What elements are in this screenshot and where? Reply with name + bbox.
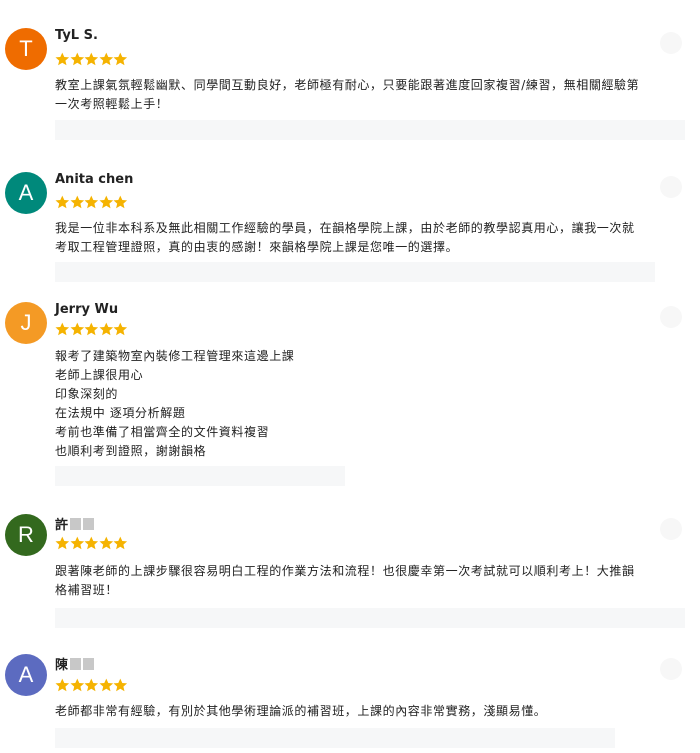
star-icon: [84, 536, 99, 551]
star-icon: [113, 52, 128, 67]
star-icon: [84, 678, 99, 693]
reviewer-name[interactable]: Anita chen: [55, 172, 133, 187]
avatar-initial: T: [19, 36, 33, 61]
star-icon: [113, 678, 128, 693]
review-text-line: 考取工程管理證照，真的由衷的感謝！來韻格學院上課是您唯一的選擇。: [55, 240, 459, 254]
star-icon: [70, 536, 85, 551]
star-icon: [99, 322, 114, 337]
reviewer-name[interactable]: 許: [55, 514, 95, 533]
more-options-icon[interactable]: [660, 176, 682, 198]
star-icon: [99, 195, 114, 210]
star-icon: [99, 536, 114, 551]
star-rating: [55, 52, 128, 68]
review-text: 老師都非常有經驗，有別於其他學術理論派的補習班，上課的內容非常實務，淺顯易懂。: [55, 702, 682, 721]
avatar-initial: A: [18, 180, 34, 205]
avatar-initial: R: [18, 522, 34, 547]
review-text-line: 也順利考到證照，謝謝韻格: [55, 444, 207, 458]
review-text-line: 印象深刻的: [55, 387, 119, 401]
placeholder-bar: [55, 466, 345, 486]
review-text-line: 我是一位非本科系及無此相關工作經驗的學員，在韻格學院上課，由於老師的教學認真用心…: [55, 221, 635, 235]
review-text: 報考了建築物室內裝修工程管理來這邊上課 老師上課很用心 印象深刻的 在法規中 逐…: [55, 347, 682, 461]
more-options-icon[interactable]: [660, 658, 682, 680]
name-redaction: [70, 517, 82, 530]
star-icon: [113, 536, 128, 551]
star-icon: [70, 195, 85, 210]
avatar[interactable]: A: [5, 654, 47, 696]
star-icon: [70, 52, 85, 67]
star-icon: [99, 52, 114, 67]
review-text-line: 在法規中 逐項分析解題: [55, 406, 186, 420]
avatar[interactable]: R: [5, 514, 47, 556]
review-text-line: 教室上課氣氛輕鬆幽默、同學間互動良好，老師極有耐心，只要能跟著進度回家複習/練習…: [55, 78, 640, 92]
star-icon: [84, 322, 99, 337]
star-icon: [84, 195, 99, 210]
name-redaction: [83, 517, 95, 530]
star-icon: [99, 678, 114, 693]
avatar[interactable]: A: [5, 172, 47, 214]
more-options-icon[interactable]: [660, 518, 682, 540]
star-rating: [55, 322, 128, 338]
reviewer-name[interactable]: TyL S.: [55, 28, 98, 43]
star-icon: [70, 322, 85, 337]
star-icon: [113, 322, 128, 337]
review-text: 我是一位非本科系及無此相關工作經驗的學員，在韻格學院上課，由於老師的教學認真用心…: [55, 219, 682, 257]
placeholder-bar: [55, 608, 685, 628]
star-rating: [55, 195, 128, 211]
avatar-initial: A: [18, 662, 34, 687]
review-text-line: 一次考照輕鬆上手！: [55, 97, 169, 111]
star-icon: [55, 678, 70, 693]
star-icon: [55, 322, 70, 337]
review-text-line: 格補習班！: [55, 583, 119, 597]
review-text: 教室上課氣氛輕鬆幽默、同學間互動良好，老師極有耐心，只要能跟著進度回家複習/練習…: [55, 76, 682, 114]
star-rating: [55, 678, 128, 694]
name-redaction: [70, 657, 82, 670]
avatar[interactable]: J: [5, 302, 47, 344]
avatar-initial: J: [20, 310, 32, 335]
more-options-icon[interactable]: [660, 32, 682, 54]
reviewer-name[interactable]: 陳: [55, 654, 95, 673]
review-text-line: 報考了建築物室內裝修工程管理來這邊上課: [55, 349, 295, 363]
star-icon: [55, 52, 70, 67]
review-text-line: 跟著陳老師的上課步驟很容易明白工程的作業方法和流程！也很慶幸第一次考試就可以順利…: [55, 564, 635, 578]
star-rating: [55, 536, 128, 552]
star-icon: [84, 52, 99, 67]
star-icon: [113, 195, 128, 210]
avatar[interactable]: T: [5, 28, 47, 70]
review-text: 跟著陳老師的上課步驟很容易明白工程的作業方法和流程！也很慶幸第一次考試就可以順利…: [55, 562, 682, 600]
star-icon: [70, 678, 85, 693]
review-text-line: 考前也準備了相當齊全的文件資料複習: [55, 425, 270, 439]
placeholder-bar: [55, 728, 615, 748]
reviewer-name[interactable]: Jerry Wu: [55, 302, 118, 317]
more-options-icon[interactable]: [660, 306, 682, 328]
name-redaction: [83, 657, 95, 670]
star-icon: [55, 195, 70, 210]
star-icon: [55, 536, 70, 551]
review-text-line: 老師都非常有經驗，有別於其他學術理論派的補習班，上課的內容非常實務，淺顯易懂。: [55, 704, 547, 718]
placeholder-bar: [55, 262, 655, 282]
review-text-line: 老師上課很用心: [55, 368, 144, 382]
placeholder-bar: [55, 120, 685, 140]
